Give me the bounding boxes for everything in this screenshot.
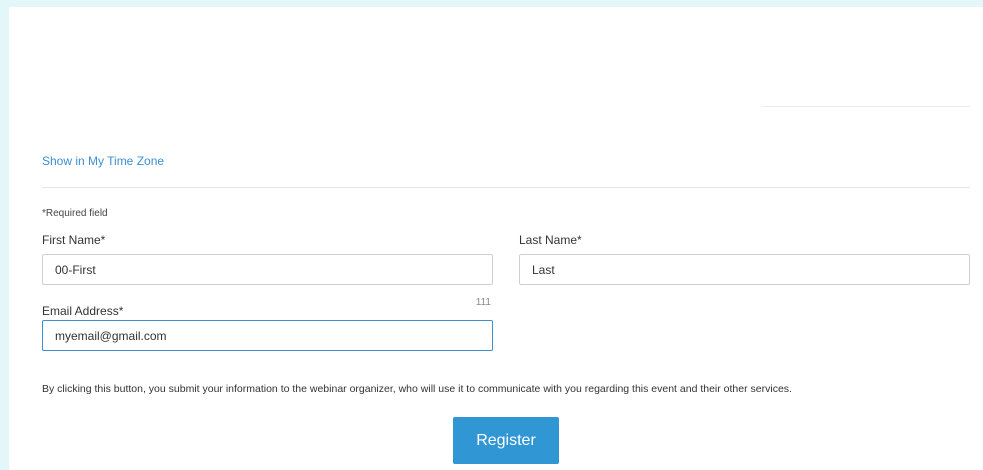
show-in-my-time-zone-link[interactable]: Show in My Time Zone — [42, 154, 164, 168]
last-name-input[interactable] — [519, 254, 970, 285]
email-address-label: Email Address* — [42, 304, 124, 318]
email-address-input[interactable] — [42, 320, 493, 351]
first-name-input[interactable] — [42, 254, 493, 285]
register-button[interactable]: Register — [453, 417, 559, 464]
email-char-count: 111 — [475, 297, 491, 308]
last-name-label: Last Name* — [519, 233, 582, 247]
consent-disclaimer: By clicking this button, you submit your… — [42, 383, 792, 395]
first-name-label: First Name* — [42, 233, 106, 247]
header-divider — [762, 106, 970, 107]
registration-card: Show in My Time Zone *Required field Fir… — [9, 7, 983, 470]
required-field-note: *Required field — [42, 208, 108, 219]
section-divider — [42, 187, 970, 188]
